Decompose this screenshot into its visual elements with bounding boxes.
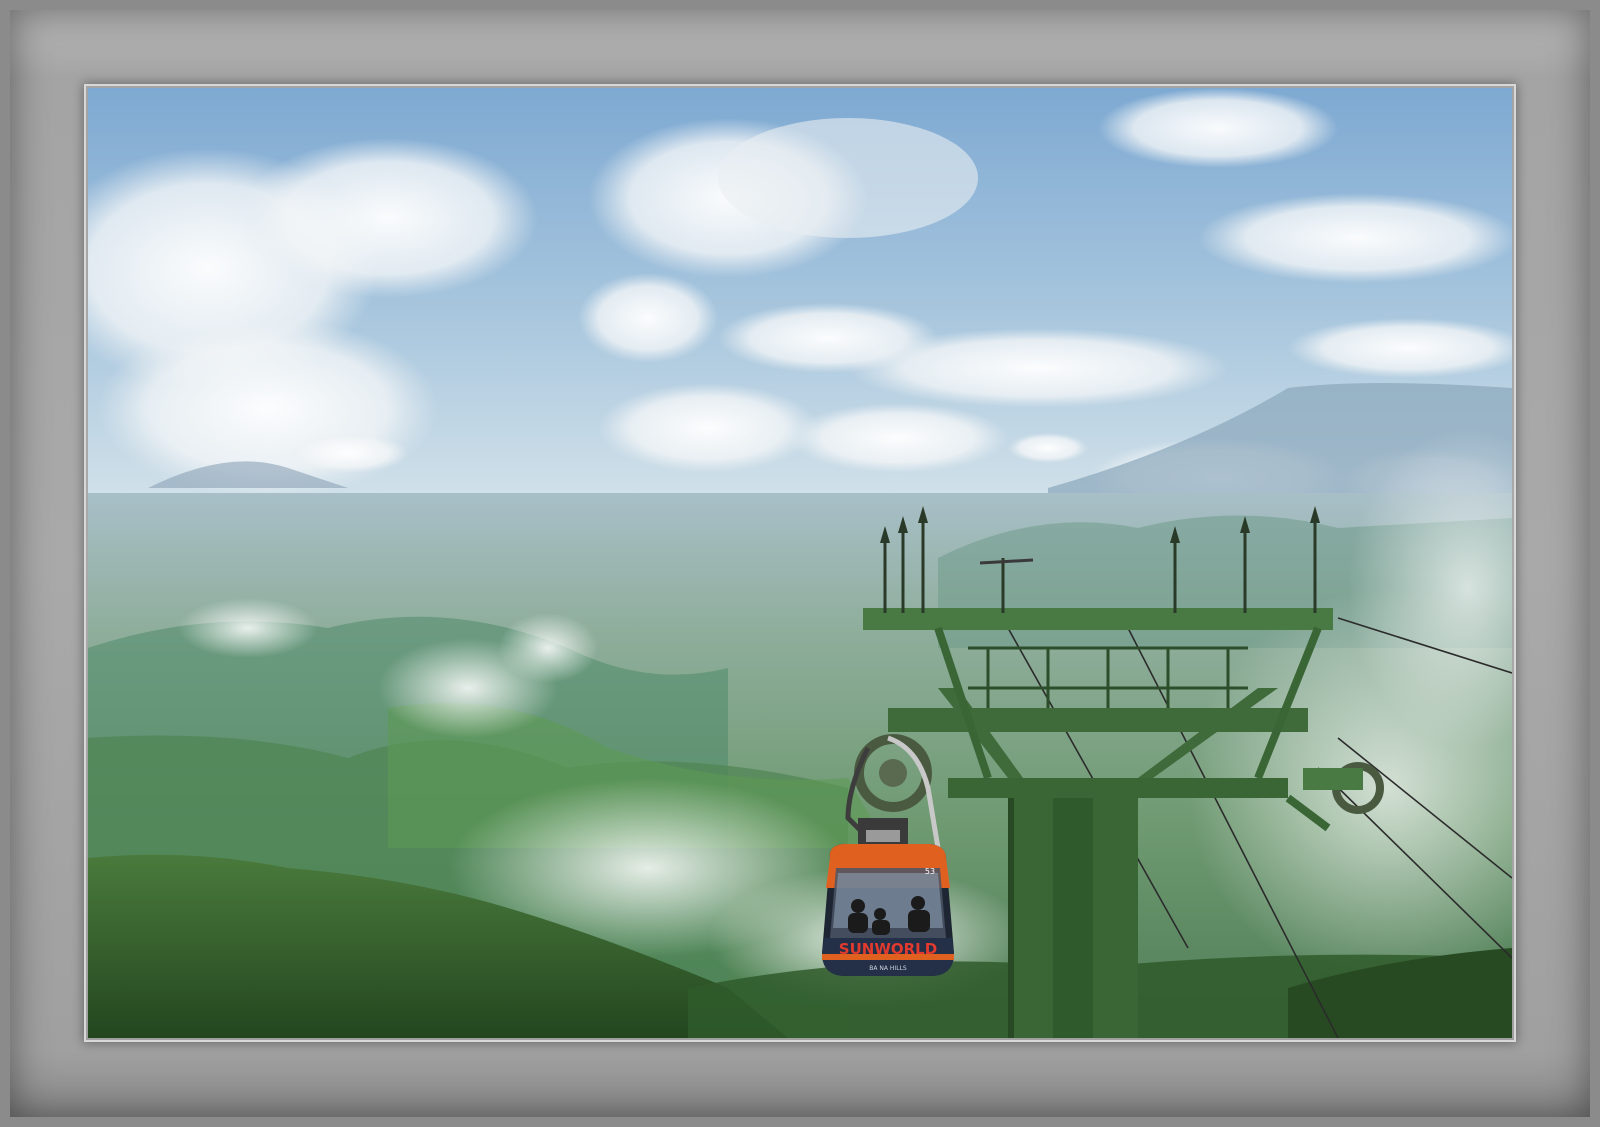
photo: SUNWORLD BA NA HILLS 53 xyxy=(88,88,1512,1038)
gondola-number: 53 xyxy=(925,867,935,876)
gondola-sub-text: BA NA HILLS xyxy=(869,965,907,972)
landscape-scene: SUNWORLD BA NA HILLS 53 xyxy=(88,88,1512,1038)
gondola: SUNWORLD BA NA HILLS 53 xyxy=(822,844,954,976)
gondola-brand-text: SUNWORLD xyxy=(839,940,937,958)
